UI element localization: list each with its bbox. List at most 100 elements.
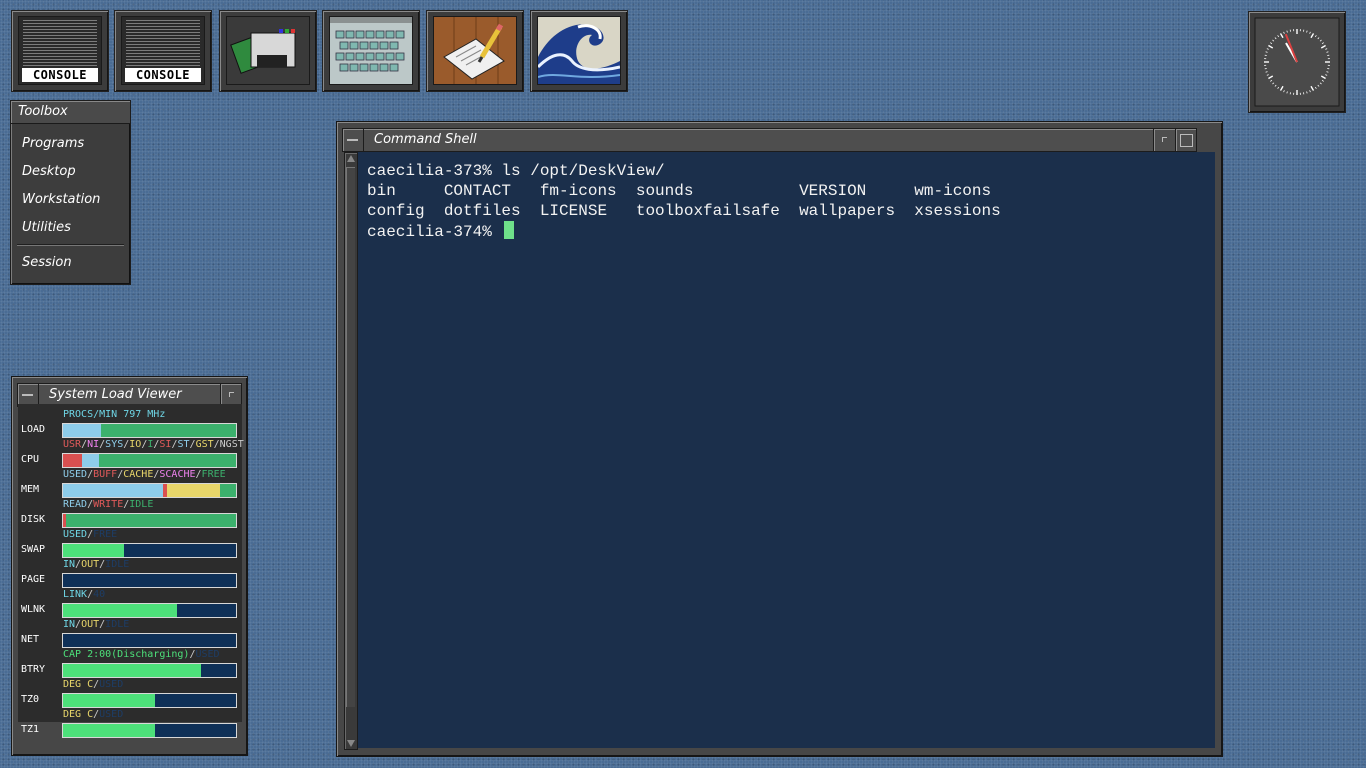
legend-part: SYS — [105, 439, 124, 450]
legend-part: PROCS/MIN 797 MHz — [63, 409, 166, 420]
legend-part: DEG C — [63, 709, 94, 720]
minus-icon — [22, 394, 33, 396]
console-icon: CONSOLE — [18, 16, 102, 85]
meter-legend: USR/NI/SYS/IO/I/SI/ST/GST/NGST — [63, 439, 244, 451]
toolbox-menu: Toolbox Programs Desktop Workstation Uti… — [10, 100, 131, 285]
meter-bar — [62, 423, 237, 438]
floppy-launcher[interactable] — [219, 10, 317, 92]
corner-icon — [229, 392, 234, 397]
meter-load: PROCS/MIN 797 MHz LOAD — [18, 409, 242, 439]
toolbox-item-workstation[interactable]: Workstation — [22, 192, 100, 207]
window-menu-button[interactable] — [343, 129, 364, 151]
legend-part: ST — [177, 439, 190, 450]
toolbox-item-desktop[interactable]: Desktop — [22, 164, 76, 179]
toolbox-item-session[interactable]: Session — [22, 255, 72, 270]
terminal-cursor — [504, 221, 515, 239]
legend-part: IN — [63, 559, 76, 570]
legend-part: IN — [63, 619, 76, 630]
shade-button[interactable] — [220, 384, 241, 406]
scrollbar-thumb[interactable] — [346, 167, 355, 707]
wave-launcher[interactable] — [530, 10, 628, 92]
meter-bar — [62, 723, 237, 738]
meter-segment — [66, 514, 236, 527]
meter-net: IN/OUT/IDLE NET — [18, 619, 242, 649]
window-title: System Load Viewer — [49, 387, 182, 402]
legend-part: NI — [87, 439, 100, 450]
meter-segment — [63, 424, 102, 437]
meter-segment — [63, 544, 124, 557]
terminal-output[interactable]: caecilia-373% ls /opt/DeskView/bin CONTA… — [358, 152, 1215, 748]
notepad-launcher[interactable] — [426, 10, 524, 92]
toolbox-item-utilities[interactable]: Utilities — [22, 220, 71, 235]
keyboard-icon — [330, 17, 412, 72]
terminal-prompt: caecilia-374% — [367, 223, 502, 241]
toolbox-item-programs[interactable]: Programs — [22, 136, 84, 151]
console-launcher-1[interactable]: CONSOLE — [11, 10, 109, 92]
meter-swap: USED/FREE SWAP — [18, 529, 242, 559]
legend-part: GST — [195, 439, 214, 450]
meter-name: TZ0 — [21, 694, 40, 705]
keyboard-launcher[interactable] — [322, 10, 420, 92]
terminal-line: caecilia-373% ls /opt/DeskView/ — [367, 162, 665, 180]
meter-name: DISK — [21, 514, 46, 525]
legend-part: IDLE — [129, 499, 154, 510]
meter-name: SWAP — [21, 544, 46, 555]
maximize-button[interactable] — [1175, 129, 1196, 151]
window-menu-button[interactable] — [18, 384, 39, 406]
scroll-down-icon[interactable] — [347, 740, 355, 747]
maximize-icon — [1180, 134, 1193, 147]
terminal-prompt-line: caecilia-374% — [367, 221, 1215, 242]
terminal-scrollbar[interactable] — [344, 152, 358, 750]
console-launcher-2[interactable]: CONSOLE — [114, 10, 212, 92]
meter-tz1: DEG C/USED TZ1 — [18, 709, 242, 739]
meter-page: IN/OUT/IDLE PAGE — [18, 559, 242, 589]
meter-bar — [62, 663, 237, 678]
meter-name: CPU — [21, 454, 40, 465]
minus-icon — [347, 139, 358, 141]
shade-button[interactable] — [1153, 129, 1174, 151]
meter-tz0: DEG C/USED TZ0 — [18, 679, 242, 709]
wave-icon — [538, 17, 620, 84]
legend-part: READ — [63, 499, 88, 510]
meter-segment — [166, 484, 221, 497]
command-shell-titlebar[interactable]: Command Shell — [342, 128, 1197, 152]
meter-legend: DEG C/USED — [63, 679, 123, 691]
meter-name: BTRY — [21, 664, 46, 675]
meter-name: MEM — [21, 484, 40, 495]
corner-icon — [1162, 137, 1167, 142]
meter-legend: USED/BUFF/CACHE/SCACHE/FREE — [63, 469, 226, 481]
meter-name: LOAD — [21, 424, 46, 435]
meter-bar — [62, 633, 237, 648]
legend-part: FREE — [201, 469, 226, 480]
meter-segment — [63, 454, 83, 467]
meter-name: PAGE — [21, 574, 46, 585]
system-load-viewer-window: System Load Viewer PROCS/MIN 797 MHz LOAD… — [11, 376, 248, 756]
scroll-up-icon[interactable] — [347, 155, 355, 162]
toolbox-title: Toolbox — [11, 101, 130, 124]
floppy-icon — [230, 29, 296, 74]
meter-legend: DEG C/USED — [63, 709, 123, 721]
toolbox-separator — [17, 244, 124, 245]
legend-part: USED — [63, 529, 88, 540]
meter-bar — [62, 603, 237, 618]
legend-part: FREE — [93, 529, 118, 540]
meter-bar — [62, 453, 237, 468]
legend-part: WRITE — [93, 499, 124, 510]
meter-legend: PROCS/MIN 797 MHz — [63, 409, 165, 421]
legend-part: IDLE — [105, 619, 130, 630]
clock-icon — [1254, 17, 1340, 107]
meter-segment — [63, 604, 178, 617]
meter-disk: READ/WRITE/IDLE DISK — [18, 499, 242, 529]
legend-part: CACHE — [123, 469, 154, 480]
window-title: Command Shell — [374, 132, 477, 147]
legend-part: LINK — [63, 589, 88, 600]
legend-part: BUFF — [93, 469, 118, 480]
notepad-icon — [443, 17, 505, 84]
meter-bar — [62, 693, 237, 708]
meter-segment — [63, 484, 164, 497]
meter-segment — [63, 724, 155, 737]
legend-part: CAP 2:00(Discharging) — [63, 649, 190, 660]
legend-part: USED — [99, 679, 124, 690]
meter-segment — [99, 454, 236, 467]
meter-mem: USED/BUFF/CACHE/SCACHE/FREE MEM — [18, 469, 242, 499]
